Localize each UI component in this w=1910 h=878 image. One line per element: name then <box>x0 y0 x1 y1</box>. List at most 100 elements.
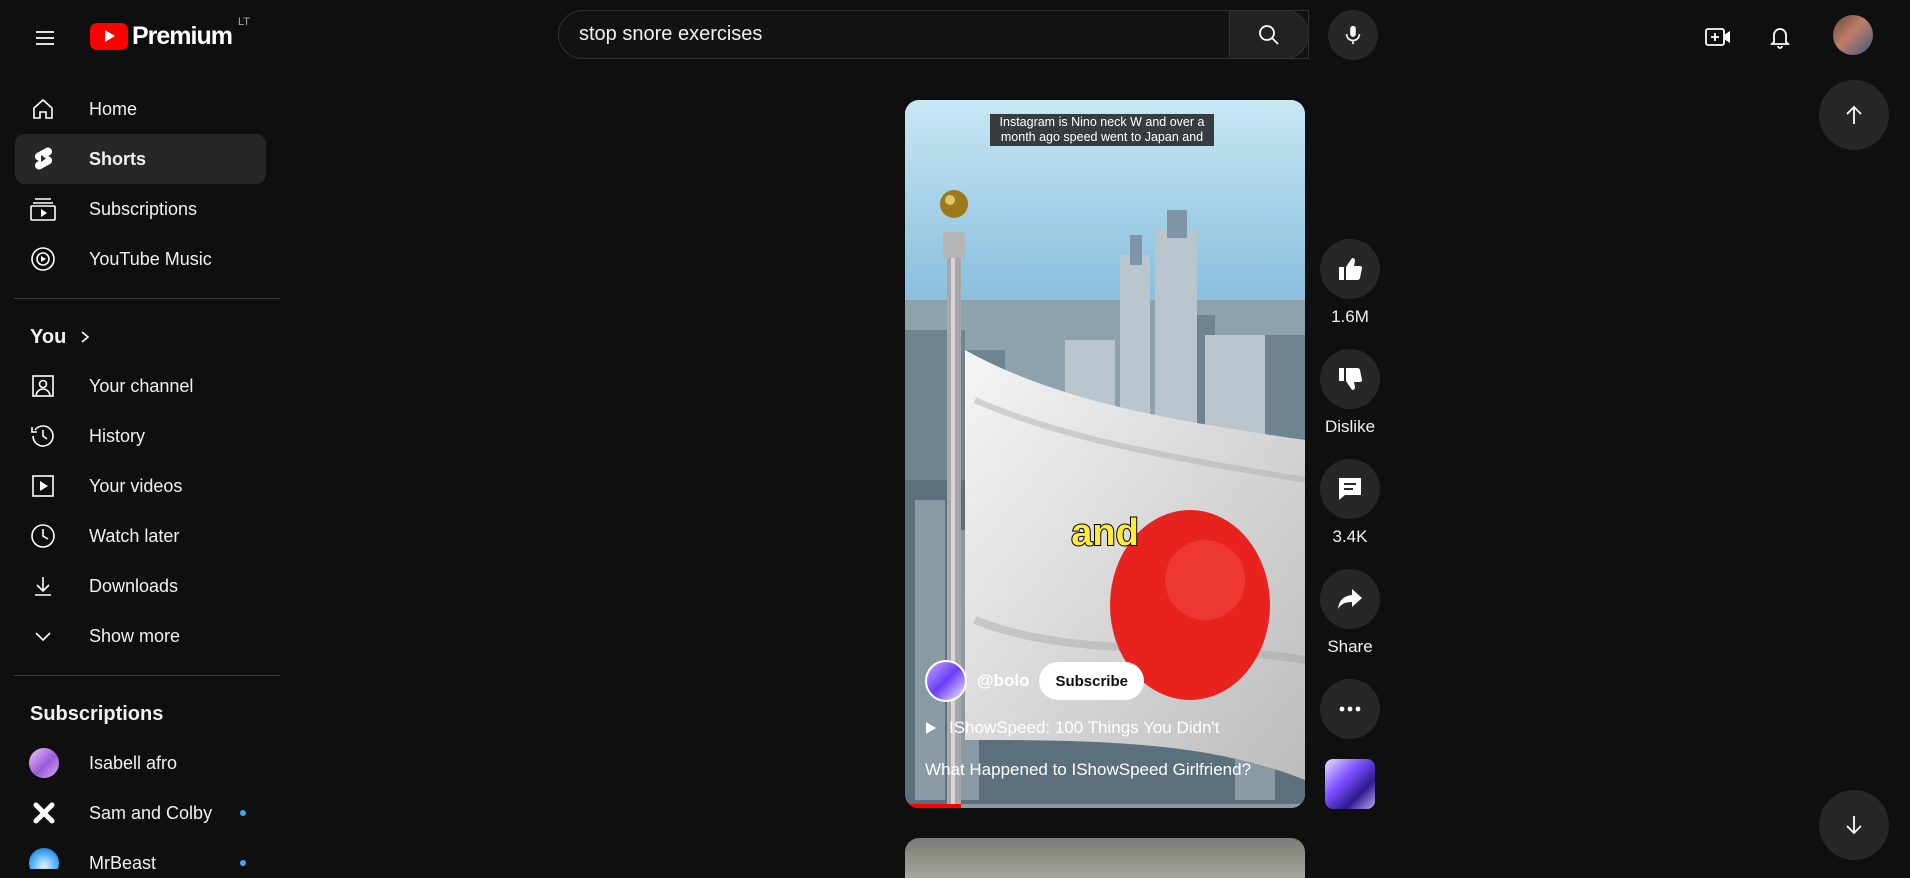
sidebar-item-label: Your videos <box>89 475 183 496</box>
sidebar-item-watch-later[interactable]: Watch later <box>15 511 266 561</box>
microphone-icon <box>1345 25 1361 45</box>
new-content-dot <box>240 860 246 866</box>
share-action: Share <box>1320 569 1380 657</box>
next-short-button[interactable] <box>1819 790 1889 860</box>
more-horizontal-icon <box>1339 706 1361 712</box>
more-options-button[interactable] <box>1320 679 1380 739</box>
dislike-label: Dislike <box>1324 417 1376 436</box>
shorts-icon <box>29 145 57 173</box>
sound-remix-thumbnail[interactable] <box>1325 759 1375 809</box>
new-content-dot <box>240 810 246 816</box>
chevron-right-icon <box>78 330 92 344</box>
search-button[interactable] <box>1229 10 1309 59</box>
comments-action: 3.4K <box>1320 459 1380 547</box>
subscriptions-section-title: Subscriptions <box>30 702 164 725</box>
dislike-button[interactable] <box>1320 349 1380 409</box>
sidebar-item-shorts[interactable]: Shorts <box>15 134 266 184</box>
your-channel-icon <box>29 372 57 400</box>
divider <box>14 298 280 299</box>
search-input[interactable] <box>559 10 1260 59</box>
like-action: 1.6M <box>1320 239 1380 327</box>
sidebar-item-subscription[interactable]: Isabell afro <box>15 738 266 788</box>
sidebar-item-label: Home <box>89 98 138 119</box>
notifications-bell-icon[interactable] <box>1758 15 1802 59</box>
subscriptions-icon <box>29 195 57 223</box>
sidebar-item-label: Sam and Colby <box>89 802 213 823</box>
channel-name[interactable]: @bolo <box>977 671 1029 691</box>
auto-caption: Instagram is Nino neck W and over a mont… <box>990 114 1214 146</box>
youtube-play-logo-icon <box>90 22 128 50</box>
share-label: Share <box>1327 637 1373 656</box>
subtitle-word: and <box>1070 511 1140 555</box>
short-video-player[interactable]: Instagram is Nino neck W and over a mont… <box>905 100 1305 808</box>
progress-fill <box>905 804 961 808</box>
history-icon <box>29 422 57 450</box>
chevron-down-icon <box>29 622 57 650</box>
progress-bar[interactable] <box>905 804 1305 808</box>
sidebar-item-label: Downloads <box>89 575 179 596</box>
search-box <box>558 10 1309 59</box>
youtube-music-icon <box>29 245 57 273</box>
sidebar-item-label: Show more <box>89 625 181 646</box>
dislike-action: Dislike <box>1320 349 1380 437</box>
sidebar-item-label: Isabell afro <box>89 752 178 773</box>
suggested-video-link[interactable]: IShowSpeed: 100 Things You Didn't <box>925 718 1219 738</box>
sidebar-item-label: YouTube Music <box>89 248 212 269</box>
create-video-icon[interactable] <box>1696 15 1740 59</box>
sidebar-item-subscription[interactable]: MrBeast <box>15 838 266 869</box>
sidebar-item-youtube-music[interactable]: YouTube Music <box>15 234 266 284</box>
channel-row: @bolo Subscribe <box>925 660 1144 702</box>
arrow-down-icon <box>1846 816 1862 835</box>
comment-icon <box>1339 478 1361 500</box>
thumbs-up-icon <box>1339 258 1362 281</box>
sidebar-item-label: History <box>89 425 146 446</box>
sidebar-item-history[interactable]: History <box>15 411 266 461</box>
sidebar-item-label: Your channel <box>89 375 194 396</box>
sidebar-item-label: MrBeast <box>89 852 157 870</box>
share-icon <box>1338 589 1362 609</box>
more-action <box>1320 679 1380 739</box>
menu-icon[interactable] <box>24 17 66 59</box>
home-icon <box>29 95 57 123</box>
suggested-video-title: IShowSpeed: 100 Things You Didn't <box>949 718 1220 737</box>
you-section-title: You <box>30 325 67 348</box>
download-icon <box>29 572 57 600</box>
sidebar-item-subscriptions[interactable]: Subscriptions <box>15 184 266 234</box>
divider <box>14 675 280 676</box>
sidebar-item-label: Shorts <box>89 148 147 169</box>
youtube-premium-logo[interactable]: Premium LT <box>90 16 251 54</box>
previous-short-button[interactable] <box>1819 80 1889 150</box>
channel-avatar <box>29 748 59 778</box>
subscribe-button[interactable]: Subscribe <box>1039 662 1144 700</box>
share-button[interactable] <box>1320 569 1380 629</box>
channel-avatar[interactable] <box>925 660 967 702</box>
your-videos-icon <box>29 472 57 500</box>
comments-button[interactable] <box>1320 459 1380 519</box>
account-avatar[interactable] <box>1833 15 1873 55</box>
sidebar: Home Shorts Subscriptions YouTube Music … <box>0 84 280 869</box>
like-count: 1.6M <box>1331 307 1369 326</box>
sidebar-item-label: Watch later <box>89 525 180 546</box>
search-icon <box>1259 24 1279 45</box>
channel-avatar <box>29 848 59 869</box>
play-icon <box>926 722 936 734</box>
sidebar-item-downloads[interactable]: Downloads <box>15 561 266 611</box>
country-code: LT <box>237 16 251 28</box>
sidebar-item-subscription[interactable]: Sam and Colby <box>15 788 266 838</box>
sidebar-item-your-channel[interactable]: Your channel <box>15 361 266 411</box>
next-short-preview[interactable] <box>905 838 1305 878</box>
sidebar-item-show-more[interactable]: Show more <box>15 611 266 661</box>
arrow-up-icon <box>1846 105 1862 124</box>
sidebar-item-label: Subscriptions <box>89 198 198 219</box>
voice-search-button[interactable] <box>1328 10 1378 60</box>
sidebar-item-home[interactable]: Home <box>15 84 266 134</box>
comment-count: 3.4K <box>1332 527 1368 546</box>
sidebar-item-your-videos[interactable]: Your videos <box>15 461 266 511</box>
like-button[interactable] <box>1320 239 1380 299</box>
you-section-header[interactable]: You <box>0 313 280 361</box>
logo-text: Premium <box>132 21 233 50</box>
watch-later-icon <box>29 522 57 550</box>
channel-avatar <box>29 798 59 828</box>
thumbs-down-icon <box>1339 367 1362 390</box>
video-title[interactable]: What Happened to IShowSpeed Girlfriend? <box>925 760 1251 780</box>
